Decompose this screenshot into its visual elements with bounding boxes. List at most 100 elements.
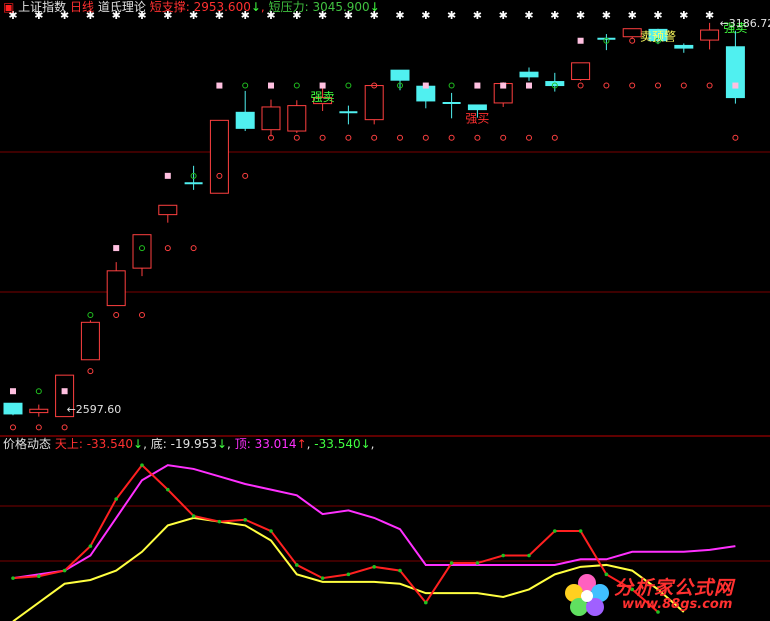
logo-name: 分析家公式网 [614,577,735,599]
red-circle-marker [10,424,16,431]
red-circle-marker [113,311,120,318]
candle-down [467,104,487,111]
candle-down [390,69,410,81]
last-value: -33.540 [314,437,361,451]
oscillator-header: 价格动态 天上: -33.540↓, 底: -19.953↓, 顶: 33.01… [3,437,375,451]
osc-point [269,529,273,533]
red-circle-marker [319,134,326,141]
osc-point [346,572,351,577]
star-marker: ✱ [602,9,611,22]
red-circle-marker [422,134,429,141]
watermark-logo: 分析家公式网 www.88gs.com [562,571,762,617]
red-circle-marker [629,37,636,44]
osc-point [475,561,480,565]
star-marker: ✱ [628,9,637,22]
top-header: ▣ 上证指数 日线 道氏理论 短支撑: 2953.600↓, 短压力: 3045… [3,0,380,14]
star-marker: ✱ [550,9,559,22]
osc-point [424,600,428,605]
osc-point [372,565,377,569]
candle-up [29,408,49,414]
pink-square-marker [164,172,171,179]
red-circle-marker [500,134,507,141]
candle-up [571,62,591,81]
red-circle-marker [371,134,378,141]
pink-square-marker [319,82,326,89]
comma: , [306,437,311,451]
max-price-label: ←3186.72 [720,17,770,30]
star-marker: ✱ [447,9,456,22]
green-circle-marker [293,82,300,89]
signal-label: 卖预警 [640,29,676,44]
star-marker: ✱ [705,9,714,22]
red-circle-marker [732,134,739,141]
osc-point [527,553,531,558]
di-label: 底: [150,437,167,451]
comma: , [227,437,231,451]
red-circle-marker [87,368,94,375]
annotations-layer: 强卖强买卖预警强卖←3186.72←2597.60 [67,17,770,416]
pink-square-marker [732,82,739,89]
tian-label: 天上: [54,437,83,451]
candle-up [80,321,100,361]
red-circle-marker [61,424,68,431]
red-circle-marker [655,82,661,89]
red-circle-marker [397,134,403,141]
candle-up [132,234,152,269]
osc-point [62,568,67,573]
oscillator-name[interactable]: 价格动态 [3,437,51,451]
osc-point [191,514,196,518]
ding-value: 33.014 [254,437,297,451]
green-circle-marker [242,82,249,89]
di-value: -19.953 [170,437,217,451]
red-square-icon[interactable]: ▣ [3,0,14,14]
candle-down [674,44,694,49]
osc-point [243,517,247,522]
star-marker: ✱ [653,9,662,22]
red-circle-marker [35,424,42,431]
osc-point [578,529,583,533]
candle-up [209,119,229,194]
period-label[interactable]: 日线 [70,0,94,14]
candle-down [235,111,255,129]
osc-point [140,463,144,467]
red-circle-marker [448,134,455,141]
red-circle-marker [293,134,300,141]
support-label: 短支撑: [149,0,190,14]
star-marker: ✱ [576,9,585,22]
red-circle-marker [164,245,171,252]
red-circle-marker [345,134,352,141]
red-circle-marker [680,82,687,89]
signal-label: 强卖 [311,90,335,104]
osc-point [166,487,170,492]
resist-label: 短压力: [268,0,309,14]
osc-point [295,563,299,567]
red-circle-marker [551,134,558,141]
indicator-name[interactable]: 道氏理论 [98,0,146,14]
red-circle-marker [577,82,584,89]
red-circle-marker [139,311,145,318]
last-arrow: ↓ [360,437,371,451]
candle-up [622,28,642,38]
pink-square-marker [113,245,120,252]
pink-square-marker [422,82,429,89]
min-price-label: ←2597.60 [67,403,122,416]
logo-url[interactable]: www.88gs.com [622,597,732,612]
candles-layer [3,22,745,418]
candle-up [364,85,384,121]
osc-point [88,544,93,548]
red-circle-marker [603,82,610,89]
pink-square-marker [61,388,68,395]
resist-arrow: ↓ [369,0,380,14]
red-circle-marker [706,82,713,89]
red-circle-marker [629,82,636,89]
resist-value: 3045.900 [312,0,370,14]
osc-point [114,497,118,501]
osc-point [553,529,557,533]
candle-up [158,204,178,216]
osc-point [37,574,41,579]
tian-value: -33.540 [86,437,134,451]
di-arrow: ↓ [216,437,228,451]
red-circle-marker [474,134,481,141]
support-value: 2953.600 [193,0,251,14]
candle-up [700,29,720,41]
